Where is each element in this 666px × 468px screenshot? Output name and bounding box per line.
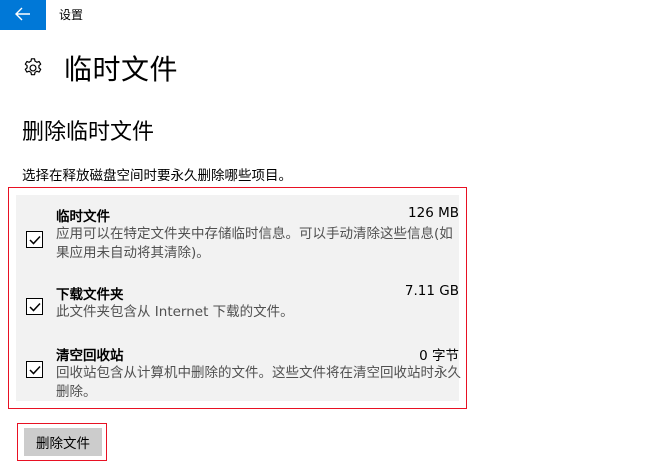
item-size: 7.11 GB [404, 283, 459, 299]
page-title: 临时文件 [64, 53, 179, 86]
item-description: 回收站包含从计算机中删除的文件。这些文件将在清空回收站时永久删除。 [56, 365, 461, 400]
checkbox-recycle-bin[interactable] [26, 361, 43, 378]
item-size: 126 MB [408, 205, 459, 221]
section-title: 删除临时文件 [22, 120, 155, 145]
items-panel: 临时文件 126 MB 应用可以在特定文件夹中存储临时信息。可以手动清除这些信息… [16, 195, 461, 401]
item-name: 临时文件 [56, 209, 110, 225]
gear-icon [22, 57, 44, 79]
checkmark-icon [28, 360, 41, 379]
items-highlight-box: 临时文件 126 MB 应用可以在特定文件夹中存储临时信息。可以手动清除这些信息… [8, 187, 467, 409]
back-arrow-icon [15, 6, 31, 25]
item-description: 此文件夹包含从 Internet 下载的文件。 [56, 304, 294, 320]
window-title: 设置 [59, 8, 84, 22]
page-header: 临时文件 [22, 48, 178, 88]
checkmark-icon [28, 297, 41, 316]
delete-files-button[interactable]: 删除文件 [24, 428, 102, 456]
item-size: 0 字节 [419, 348, 459, 364]
title-bar: 设置 [0, 0, 666, 30]
item-description: 应用可以在特定文件夹中存储临时信息。可以手动清除这些信息(如果应用未自动将其清除… [56, 226, 453, 261]
item-name: 清空回收站 [56, 348, 124, 364]
checkmark-icon [28, 230, 41, 249]
item-name: 下载文件夹 [56, 287, 124, 303]
section-description: 选择在释放磁盘空间时要永久删除哪些项目。 [22, 168, 292, 184]
back-button[interactable] [0, 0, 46, 30]
checkbox-temp-files[interactable] [26, 231, 43, 248]
checkbox-downloads[interactable] [26, 298, 43, 315]
delete-highlight-box: 删除文件 [17, 423, 107, 461]
